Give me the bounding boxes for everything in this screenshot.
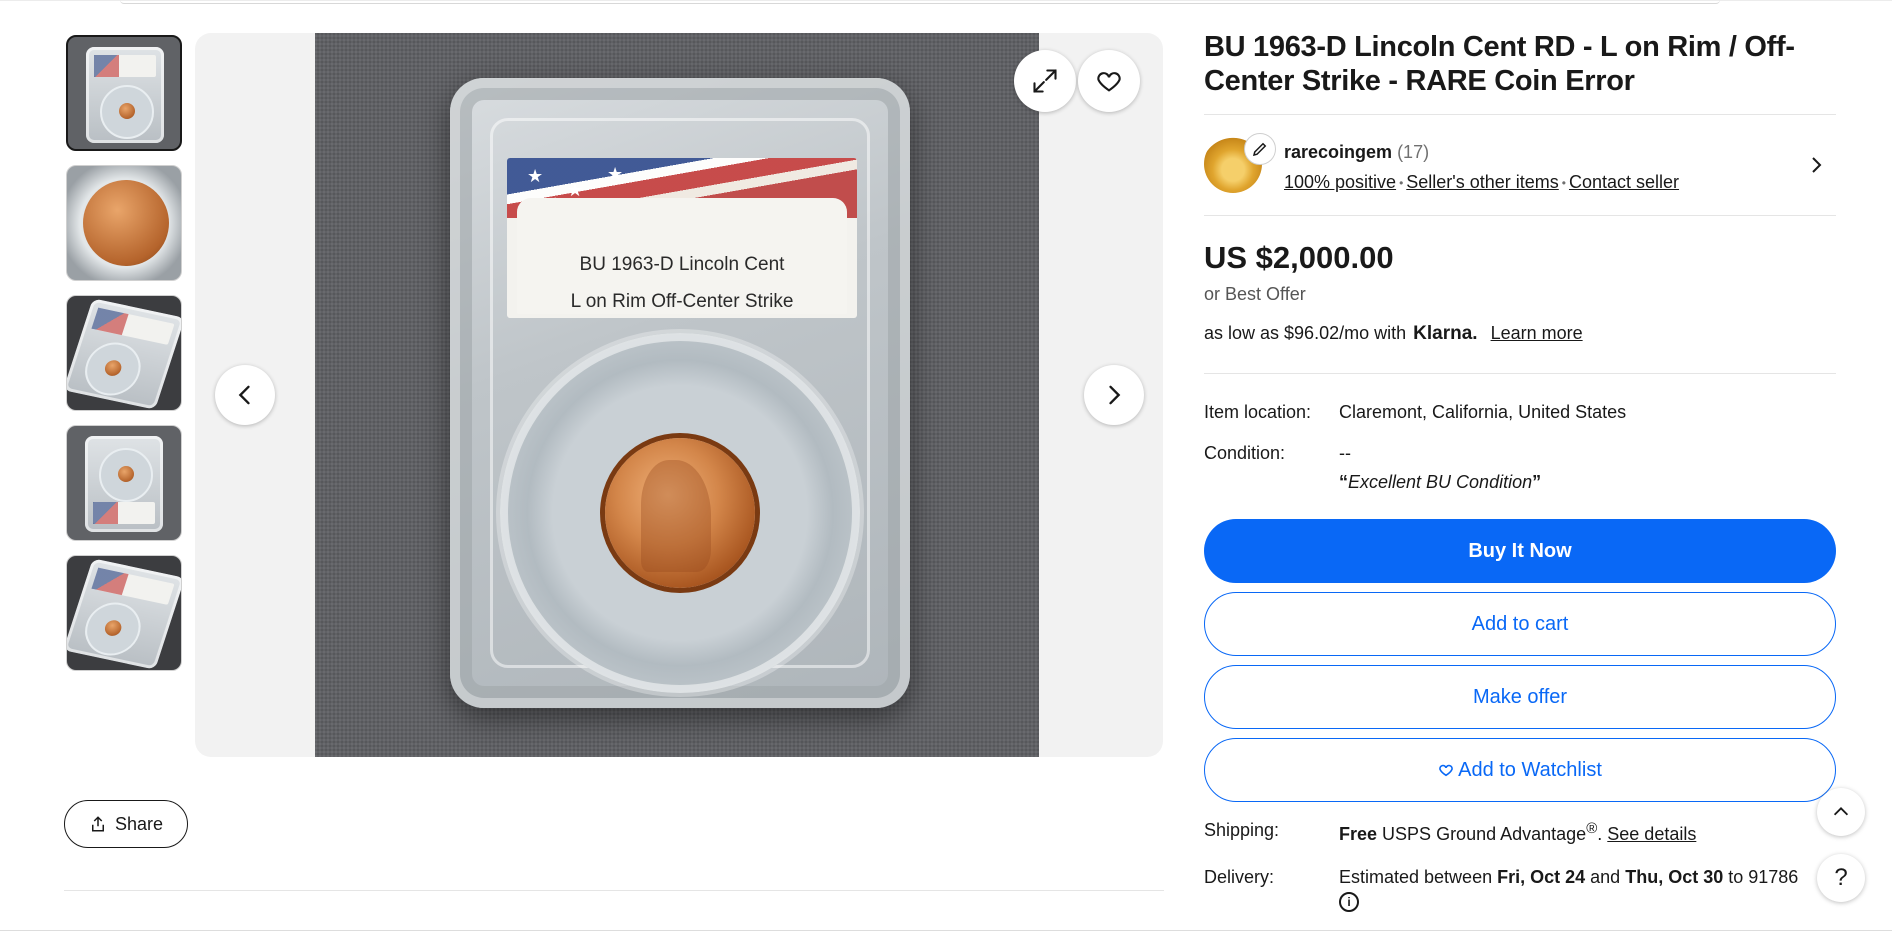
heart-icon (1097, 72, 1121, 92)
divider (64, 890, 1164, 891)
expand-icon (1033, 69, 1057, 93)
seller-name-text[interactable]: rarecoingem (1284, 142, 1392, 162)
lincoln-cent (605, 438, 755, 588)
location-value: Claremont, California, United States (1339, 402, 1627, 422)
help-button[interactable]: ? (1817, 854, 1865, 902)
heart-icon (1439, 764, 1453, 777)
seller-other-items-link[interactable]: Seller's other items (1406, 172, 1559, 192)
item-details: Item location: Claremont, California, Un… (1204, 402, 1836, 493)
condition-note: Excellent BU Condition (1348, 472, 1533, 492)
delivery-date-to: Thu, Oct 30 (1625, 867, 1724, 887)
main-image-gallery[interactable]: ★ ★ ★ ★ BU 1963-D Lincoln Cent L on Rim … (195, 33, 1163, 757)
edit-icon[interactable] (1244, 133, 1276, 165)
make-offer-button[interactable]: Make offer (1204, 665, 1836, 729)
coin-photo: ★ ★ ★ ★ BU 1963-D Lincoln Cent L on Rim … (315, 33, 1039, 757)
thumbnail-1[interactable] (66, 35, 182, 151)
best-offer-text: or Best Offer (1204, 284, 1306, 304)
shipping-free: Free (1339, 824, 1378, 844)
delivery-label: Delivery: (1204, 867, 1275, 887)
watchlist-label: Add to Watchlist (1458, 758, 1602, 781)
klarna-text: as low as $96.02/mo with (1204, 323, 1407, 343)
seller-feedback-count: (17) (1397, 142, 1430, 162)
slab-label-line2: L on Rim Off-Center Strike (570, 291, 794, 312)
seller-card[interactable]: rarecoingem (17) 100% positive • Seller's … (1204, 115, 1836, 215)
delivery-value: Estimated between Fri, Oct 24 and Thu, O… (1339, 867, 1798, 912)
listing-title: BU 1963-D Lincoln Cent RD - L on Rim / O… (1204, 31, 1795, 97)
chevron-right-icon[interactable] (1804, 153, 1828, 177)
delivery-estimated: Estimated between (1339, 867, 1493, 887)
slab-label: ★ ★ ★ ★ BU 1963-D Lincoln Cent L on Rim … (507, 158, 857, 318)
seller-positive-link[interactable]: 100% positive (1284, 172, 1396, 192)
add-to-watchlist-button[interactable]: Add to Watchlist (1204, 738, 1836, 802)
coin-holder (500, 333, 860, 693)
registered-mark: ® (1586, 820, 1598, 837)
page-bottom-edge (0, 930, 1892, 931)
buy-it-now-button[interactable]: Buy It Now (1204, 519, 1836, 583)
previous-image-button[interactable] (215, 365, 275, 425)
see-details-link[interactable]: See details (1607, 824, 1696, 844)
thumbnail-5[interactable] (66, 555, 182, 671)
coin-slab: ★ ★ ★ ★ BU 1963-D Lincoln Cent L on Rim … (450, 78, 910, 708)
quote-close: ” (1532, 472, 1542, 492)
learn-more-link[interactable]: Learn more (1491, 323, 1583, 343)
chevron-right-icon (1109, 385, 1121, 405)
item-price: US $2,000.00 (1204, 240, 1394, 275)
share-button[interactable]: Share (64, 800, 188, 848)
share-label: Share (114, 813, 164, 834)
thumbnail-3[interactable] (66, 295, 182, 411)
watch-heart-button[interactable] (1078, 50, 1140, 112)
slab-label-line1: BU 1963-D Lincoln Cent (579, 254, 785, 275)
shipping-value: Free USPS Ground Advantage®. See details (1339, 820, 1696, 845)
delivery-date-from: Fri, Oct 24 (1497, 867, 1586, 887)
info-icon[interactable]: i (1339, 892, 1359, 912)
scroll-to-top-button[interactable] (1817, 788, 1865, 836)
chevron-up-icon (1833, 807, 1849, 816)
seller-name[interactable]: rarecoingem (17) (1284, 142, 1429, 163)
delivery-and: and (1590, 867, 1621, 887)
condition-value: -- “Excellent BU Condition” (1339, 443, 1541, 493)
klarna-logo: Klarna. (1413, 323, 1478, 344)
condition-value-text: -- (1339, 443, 1351, 463)
help-icon: ? (1834, 864, 1848, 891)
search-bar-edge (120, 0, 1720, 4)
location-label: Item location: (1204, 402, 1312, 422)
thumbnail-strip (66, 35, 184, 685)
shipping-period: . (1597, 824, 1603, 844)
contact-seller-link[interactable]: Contact seller (1569, 172, 1679, 192)
share-icon (91, 816, 104, 832)
item-info-panel: BU 1963-D Lincoln Cent RD - L on Rim / O… (1204, 30, 1836, 934)
shipping-section: Shipping: Free USPS Ground Advantage®. S… (1204, 820, 1836, 912)
delivery-zip: to 91786 (1728, 867, 1799, 887)
thumbnail-2[interactable] (66, 165, 182, 281)
klarna-financing: as low as $96.02/mo with Klarna. Learn m… (1204, 323, 1836, 345)
condition-label: Condition: (1204, 443, 1286, 463)
next-image-button[interactable] (1084, 365, 1144, 425)
seller-links: 100% positive • Seller's other items • Conta… (1284, 172, 1680, 192)
shipping-label: Shipping: (1204, 820, 1280, 840)
expand-image-button[interactable] (1014, 50, 1076, 112)
chevron-left-icon (238, 385, 250, 405)
thumbnail-4[interactable] (66, 425, 182, 541)
add-to-cart-button[interactable]: Add to cart (1204, 592, 1836, 656)
quote-open: “ (1339, 472, 1348, 492)
shipping-service: USPS Ground Advantage (1382, 824, 1587, 844)
